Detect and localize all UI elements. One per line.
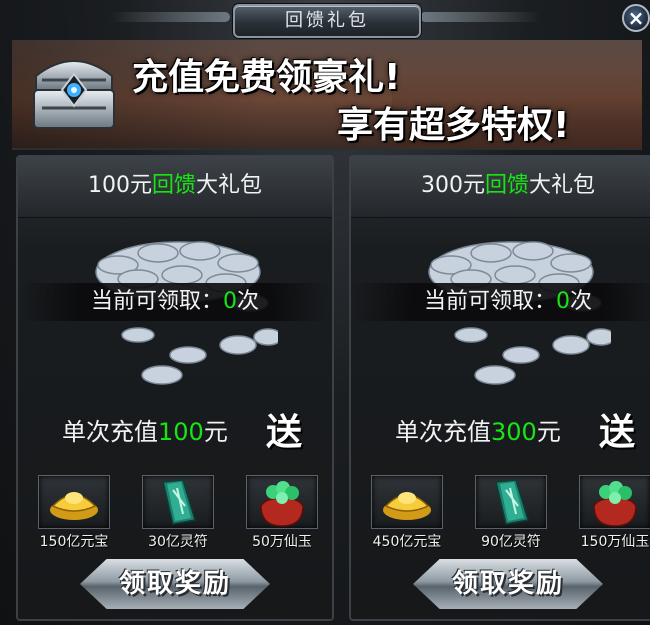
- claimable-count: 当前可领取：0次: [351, 283, 650, 321]
- reward-items: 150亿元宝 30亿灵符 50万仙玉: [34, 475, 324, 555]
- recharge-amount: 300: [491, 418, 537, 446]
- pack-price: 300元: [420, 173, 485, 198]
- claim-reward-button[interactable]: 领取奖励: [80, 559, 270, 609]
- banner-headline: 充值免费领豪礼!: [132, 57, 401, 98]
- reward-item[interactable]: 150万仙玉: [575, 475, 650, 551]
- item-label: 90亿灵符: [481, 534, 541, 550]
- close-icon: ×: [627, 6, 645, 30]
- reward-item[interactable]: 30亿灵符: [138, 475, 218, 551]
- item-label: 30亿灵符: [148, 534, 208, 550]
- banner-subheadline: 享有超多特权!: [337, 105, 570, 146]
- item-label: 50万仙玉: [252, 534, 312, 550]
- reward-items: 450亿元宝 90亿灵符 150万仙玉: [367, 475, 650, 555]
- item-label: 150万仙玉: [580, 534, 650, 550]
- close-button[interactable]: ×: [622, 4, 650, 32]
- window-title: 回馈礼包: [233, 4, 421, 38]
- jade-talisman-icon: [162, 479, 196, 525]
- pack-highlight: 回馈: [151, 173, 196, 198]
- claim-count: 0: [223, 289, 237, 314]
- reward-item[interactable]: 150亿元宝: [34, 475, 114, 551]
- pack-price: 100元: [87, 173, 152, 198]
- title-wing-left: [110, 12, 230, 22]
- recharge-label: 单次充值: [62, 418, 158, 446]
- promo-banner: 充值免费领豪礼! 享有超多特权!: [12, 40, 642, 150]
- gold-ingot-icon: [50, 492, 98, 520]
- recharge-amount: 100: [158, 418, 204, 446]
- gold-ingot-icon: [383, 492, 431, 520]
- pack-name: 大礼包: [529, 173, 596, 198]
- item-slot: [371, 475, 443, 529]
- item-slot: [475, 475, 547, 529]
- pack-title: 300元回馈大礼包: [351, 157, 650, 218]
- recharge-label: 单次充值: [395, 418, 491, 446]
- jade-bag-icon: [593, 481, 637, 527]
- item-label: 150亿元宝: [39, 534, 109, 550]
- reward-item[interactable]: 450亿元宝: [367, 475, 447, 551]
- item-slot: [579, 475, 650, 529]
- reward-item[interactable]: 50万仙玉: [242, 475, 322, 551]
- item-slot: [38, 475, 110, 529]
- pack-name: 大礼包: [196, 173, 263, 198]
- pack-title: 100元回馈大礼包: [18, 157, 332, 218]
- claim-label: 当前可领取：: [90, 289, 223, 314]
- item-slot: [246, 475, 318, 529]
- claim-reward-button[interactable]: 领取奖励: [413, 559, 603, 609]
- pack-highlight: 回馈: [484, 173, 529, 198]
- treasure-chest-icon: [33, 60, 115, 129]
- send-label: 送: [599, 412, 636, 453]
- claim-unit: 次: [570, 289, 593, 314]
- claimable-count: 当前可领取：0次: [18, 283, 332, 321]
- jade-talisman-icon: [495, 479, 529, 525]
- gift-pack-window: 回馈礼包 × 充值免费领豪礼! 享有超多特权! 100元回馈大礼包 当前可领取：…: [0, 0, 650, 625]
- claim-unit: 次: [237, 289, 260, 314]
- reward-item[interactable]: 90亿灵符: [471, 475, 551, 551]
- claim-label: 当前可领取：: [423, 289, 556, 314]
- gift-pack-card: 300元回馈大礼包 当前可领取：0次 单次充值300元 送 450亿元宝 90亿…: [349, 155, 650, 621]
- send-label: 送: [266, 412, 303, 453]
- recharge-condition: 单次充值100元: [62, 412, 228, 447]
- gift-pack-card: 100元回馈大礼包 当前可领取：0次 单次充值100元 送 150亿元宝 30亿…: [16, 155, 334, 621]
- recharge-unit: 元: [203, 418, 228, 446]
- title-wing-right: [420, 12, 540, 22]
- item-slot: [142, 475, 214, 529]
- item-label: 450亿元宝: [372, 534, 442, 550]
- jade-bag-icon: [260, 481, 304, 527]
- recharge-unit: 元: [536, 418, 561, 446]
- claim-count: 0: [556, 289, 570, 314]
- recharge-condition: 单次充值300元: [395, 412, 561, 447]
